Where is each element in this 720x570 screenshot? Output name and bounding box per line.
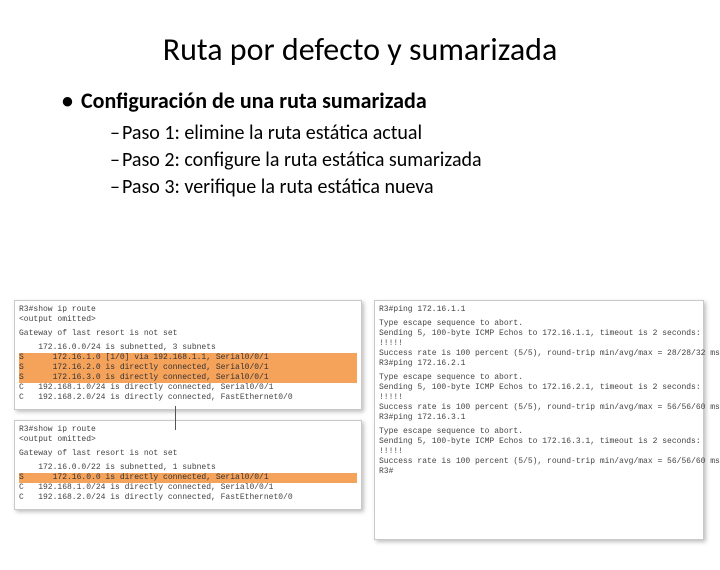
- cli-line: C 192.168.2.0/24 is directly connected, …: [19, 393, 357, 403]
- cli-line: Success rate is 100 percent (5/5), round…: [379, 457, 699, 467]
- cli-line: R3#ping 172.16.2.1: [379, 359, 699, 369]
- subheading: • Configuración de una ruta sumarizada: [62, 87, 720, 114]
- cli-line: Sending 5, 100-byte ICMP Echos to 172.16…: [379, 383, 699, 393]
- cli-line: C 192.168.2.0/24 is directly connected, …: [19, 493, 357, 503]
- cli-line: Type escape sequence to abort.: [379, 373, 699, 383]
- left-column: R3#show ip route <output omitted> Gatewa…: [14, 300, 362, 540]
- cli-line: R3#show ip route: [19, 425, 357, 435]
- subheading-text: Configuración de una ruta sumarizada: [81, 87, 427, 114]
- cli-line: Sending 5, 100-byte ICMP Echos to 172.16…: [379, 329, 699, 339]
- dash-icon: –: [110, 175, 120, 199]
- step-3: –Paso 3: verifique la ruta estática nuev…: [110, 174, 720, 201]
- cli-line: <output omitted>: [19, 435, 357, 445]
- route-before-panel: R3#show ip route <output omitted> Gatewa…: [14, 300, 362, 410]
- step-2-text: Paso 2: configure la ruta estática sumar…: [122, 148, 482, 172]
- cli-line: R3#: [379, 467, 699, 477]
- cli-line: !!!!!: [379, 339, 699, 349]
- cli-line: Type escape sequence to abort.: [379, 427, 699, 437]
- step-1-text: Paso 1: elimine la ruta estática actual: [122, 121, 422, 145]
- cli-line: !!!!!: [379, 447, 699, 457]
- cli-line: C 192.168.1.0/24 is directly connected, …: [19, 383, 357, 393]
- step-3-text: Paso 3: verifique la ruta estática nueva: [122, 175, 434, 199]
- dash-icon: –: [110, 121, 120, 145]
- ping-panel: R3#ping 172.16.1.1 Type escape sequence …: [374, 300, 704, 540]
- cli-line: R3#ping 172.16.3.1: [379, 413, 699, 423]
- cli-highlight: S 172.16.2.0 is directly connected, Seri…: [19, 363, 357, 373]
- cli-line: Gateway of last resort is not set: [19, 329, 357, 339]
- step-1: –Paso 1: elimine la ruta estática actual: [110, 120, 720, 147]
- cli-line: 172.16.0.0/22 is subnetted, 1 subnets: [19, 463, 357, 473]
- step-2: –Paso 2: configure la ruta estática suma…: [110, 147, 720, 174]
- cli-line: Success rate is 100 percent (5/5), round…: [379, 349, 699, 359]
- panel-area: R3#show ip route <output omitted> Gatewa…: [14, 300, 706, 540]
- cli-line: Sending 5, 100-byte ICMP Echos to 172.16…: [379, 437, 699, 447]
- route-after-panel: R3#show ip route <output omitted> Gatewa…: [14, 420, 362, 510]
- cli-line: R3#show ip route: [19, 305, 357, 315]
- cli-line: !!!!!: [379, 393, 699, 403]
- cli-highlight: S 172.16.3.0 is directly connected, Seri…: [19, 373, 357, 383]
- cli-line: Success rate is 100 percent (5/5), round…: [379, 403, 699, 413]
- cli-line: Type escape sequence to abort.: [379, 319, 699, 329]
- cli-highlight: S 172.16.0.0 is directly connected, Seri…: [19, 473, 357, 483]
- step-list: –Paso 1: elimine la ruta estática actual…: [110, 120, 720, 201]
- slide-title: Ruta por defecto y sumarizada: [60, 30, 660, 69]
- right-column: R3#ping 172.16.1.1 Type escape sequence …: [374, 300, 704, 540]
- bullet-icon: •: [62, 87, 73, 114]
- connector-line: [175, 406, 176, 430]
- dash-icon: –: [110, 148, 120, 172]
- cli-line: R3#ping 172.16.1.1: [379, 305, 699, 315]
- cli-line: C 192.168.1.0/24 is directly connected, …: [19, 483, 357, 493]
- cli-line: 172.16.0.0/24 is subnetted, 3 subnets: [19, 343, 357, 353]
- cli-line: Gateway of last resort is not set: [19, 449, 357, 459]
- cli-line: <output omitted>: [19, 315, 357, 325]
- cli-highlight: S 172.16.1.0 [1/0] via 192.168.1.1, Seri…: [19, 353, 357, 363]
